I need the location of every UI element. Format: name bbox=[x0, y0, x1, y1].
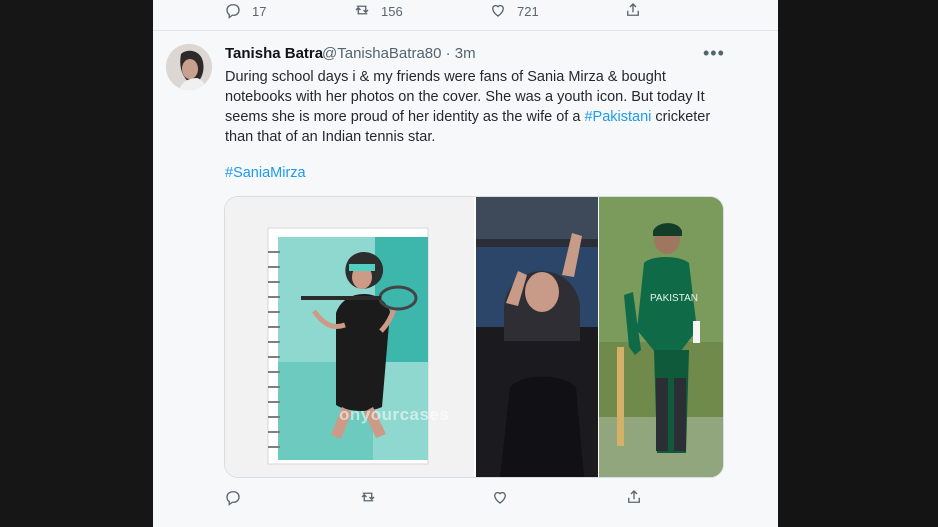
reply-button[interactable] bbox=[224, 488, 242, 511]
retweet-count: 156 bbox=[381, 4, 403, 19]
heart-icon bbox=[489, 1, 507, 22]
tweet-text: During school days i & my friends were f… bbox=[225, 67, 720, 147]
reply-icon bbox=[224, 491, 242, 510]
hashtag-saniamirza[interactable]: #SaniaMirza bbox=[225, 165, 306, 181]
watermark: onyourcases bbox=[339, 405, 450, 424]
stadium-image[interactable] bbox=[476, 197, 598, 477]
avatar[interactable] bbox=[166, 44, 212, 90]
tweet-media[interactable]: onyourcases PAKISTAN bbox=[224, 196, 724, 478]
retweet-icon bbox=[353, 1, 371, 22]
reply-icon bbox=[224, 1, 242, 22]
tweet-divider bbox=[153, 30, 778, 31]
author-handle[interactable]: @TanishaBatra80 · 3m bbox=[322, 45, 476, 62]
top-retweet-action[interactable]: 156 bbox=[353, 1, 403, 22]
left-background bbox=[0, 0, 153, 527]
right-background bbox=[778, 0, 938, 527]
hashtag-pakistani[interactable]: #Pakistani bbox=[584, 109, 651, 125]
top-reply-action[interactable]: 17 bbox=[224, 1, 266, 22]
retweet-button[interactable] bbox=[359, 488, 377, 511]
retweet-icon bbox=[359, 492, 377, 510]
share-button[interactable] bbox=[625, 488, 643, 511]
notebook-image[interactable]: onyourcases bbox=[225, 197, 474, 477]
more-icon[interactable]: ••• bbox=[703, 43, 725, 64]
like-button[interactable] bbox=[491, 488, 509, 511]
reply-count: 17 bbox=[252, 4, 267, 19]
share-icon bbox=[624, 1, 642, 22]
svg-text:PAKISTAN: PAKISTAN bbox=[650, 293, 698, 304]
like-count: 721 bbox=[517, 4, 539, 19]
cricketer-image[interactable]: PAKISTAN bbox=[599, 197, 723, 477]
share-icon bbox=[625, 490, 643, 510]
top-share-action[interactable] bbox=[624, 1, 642, 22]
heart-icon bbox=[491, 491, 509, 510]
author-name[interactable]: Tanisha Batra bbox=[225, 45, 323, 62]
top-like-action[interactable]: 721 bbox=[489, 1, 539, 22]
